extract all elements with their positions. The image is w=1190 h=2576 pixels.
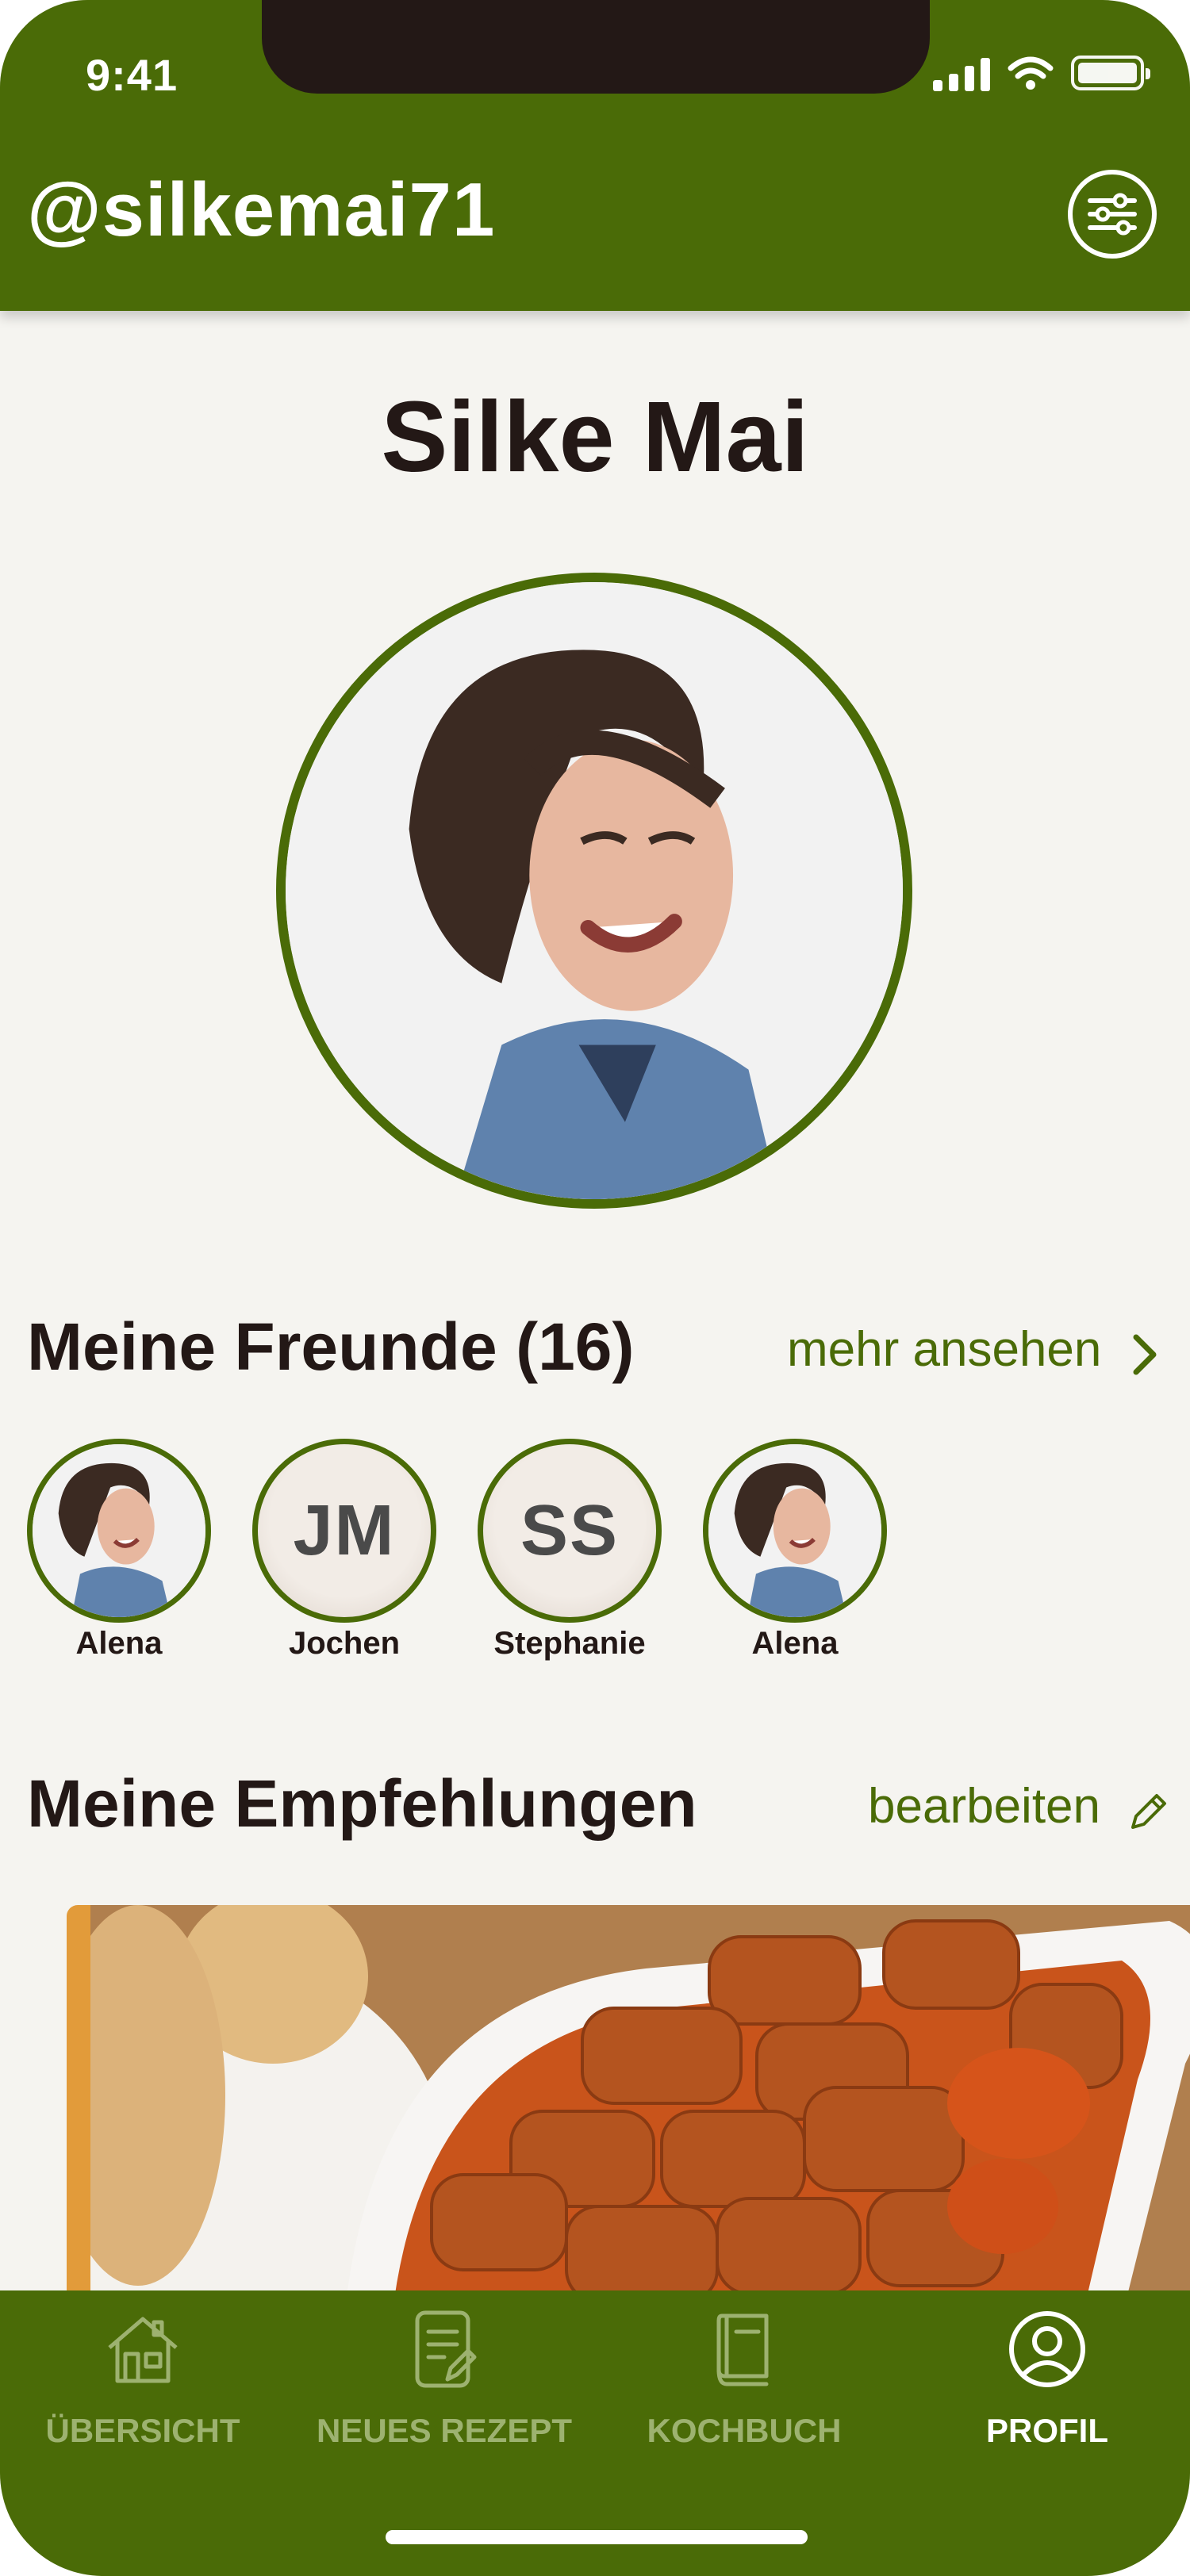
chevron-right-icon[interactable]: [1130, 1331, 1161, 1378]
filter-settings-button[interactable]: [1068, 170, 1157, 259]
friend-initials: JM: [293, 1490, 396, 1570]
home-indicator[interactable]: [386, 2530, 808, 2544]
profile-avatar[interactable]: [276, 573, 912, 1209]
book-icon: [716, 2313, 769, 2386]
friend-name: Alena: [751, 1626, 839, 1661]
home-icon: [108, 2317, 178, 2383]
status-time: 9:41: [86, 50, 178, 100]
tab-cookbook[interactable]: KOCHBUCH: [609, 2308, 879, 2450]
pencil-icon[interactable]: [1125, 1789, 1171, 1835]
friends-more-link[interactable]: mehr ansehen: [787, 1321, 1101, 1378]
status-icons: [933, 49, 1150, 97]
friend-avatar: [27, 1439, 211, 1623]
tab-label: KOCHBUCH: [647, 2412, 842, 2449]
profile-name: Silke Mai: [381, 381, 809, 493]
recommendations-section-title: Meine Empfehlungen: [27, 1766, 697, 1841]
friend-initials: SS: [520, 1490, 620, 1570]
sliders-icon: [1088, 193, 1137, 236]
document-edit-icon: [415, 2310, 477, 2388]
recipe-card[interactable]: [67, 1905, 1190, 2317]
cellular-signal-icon: [933, 55, 990, 91]
tab-profile[interactable]: PROFIL: [912, 2308, 1182, 2450]
user-circle-icon: [1009, 2311, 1085, 2387]
user-handle: @silkemai71: [27, 167, 496, 252]
wifi-icon: [1008, 56, 1054, 90]
friend-item[interactable]: Alena: [703, 1439, 887, 1662]
tab-new-recipe[interactable]: NEUES REZEPT: [309, 2308, 579, 2450]
device-notch: [262, 0, 930, 94]
battery-icon: [1071, 56, 1150, 90]
friend-name: Alena: [75, 1626, 163, 1661]
recipe-photo: [90, 1905, 1190, 2317]
friend-name: Jochen: [288, 1626, 401, 1661]
friends-section-title: Meine Freunde (16): [27, 1309, 635, 1384]
recommendations-edit-link[interactable]: bearbeiten: [868, 1778, 1100, 1834]
friend-name: Stephanie: [493, 1626, 646, 1661]
profile-photo: [286, 582, 903, 1199]
tab-label: ÜBERSICHT: [45, 2412, 240, 2449]
tab-label: NEUES REZEPT: [316, 2412, 573, 2449]
phone-screen: 9:41 @silkemai71 Silke Mai Meine Freunde…: [0, 0, 1190, 2576]
app-header: 9:41 @silkemai71: [0, 0, 1190, 311]
friend-item[interactable]: Alena: [27, 1439, 211, 1662]
friend-item[interactable]: SS Stephanie: [478, 1439, 662, 1662]
friend-avatar: JM: [252, 1439, 436, 1623]
friend-photo: [708, 1444, 881, 1617]
friend-avatar: [703, 1439, 887, 1623]
friend-avatar: SS: [478, 1439, 662, 1623]
tab-overview[interactable]: ÜBERSICHT: [8, 2308, 278, 2450]
friend-item[interactable]: JM Jochen: [252, 1439, 436, 1662]
tab-label: PROFIL: [986, 2412, 1108, 2449]
friend-photo: [33, 1444, 205, 1617]
